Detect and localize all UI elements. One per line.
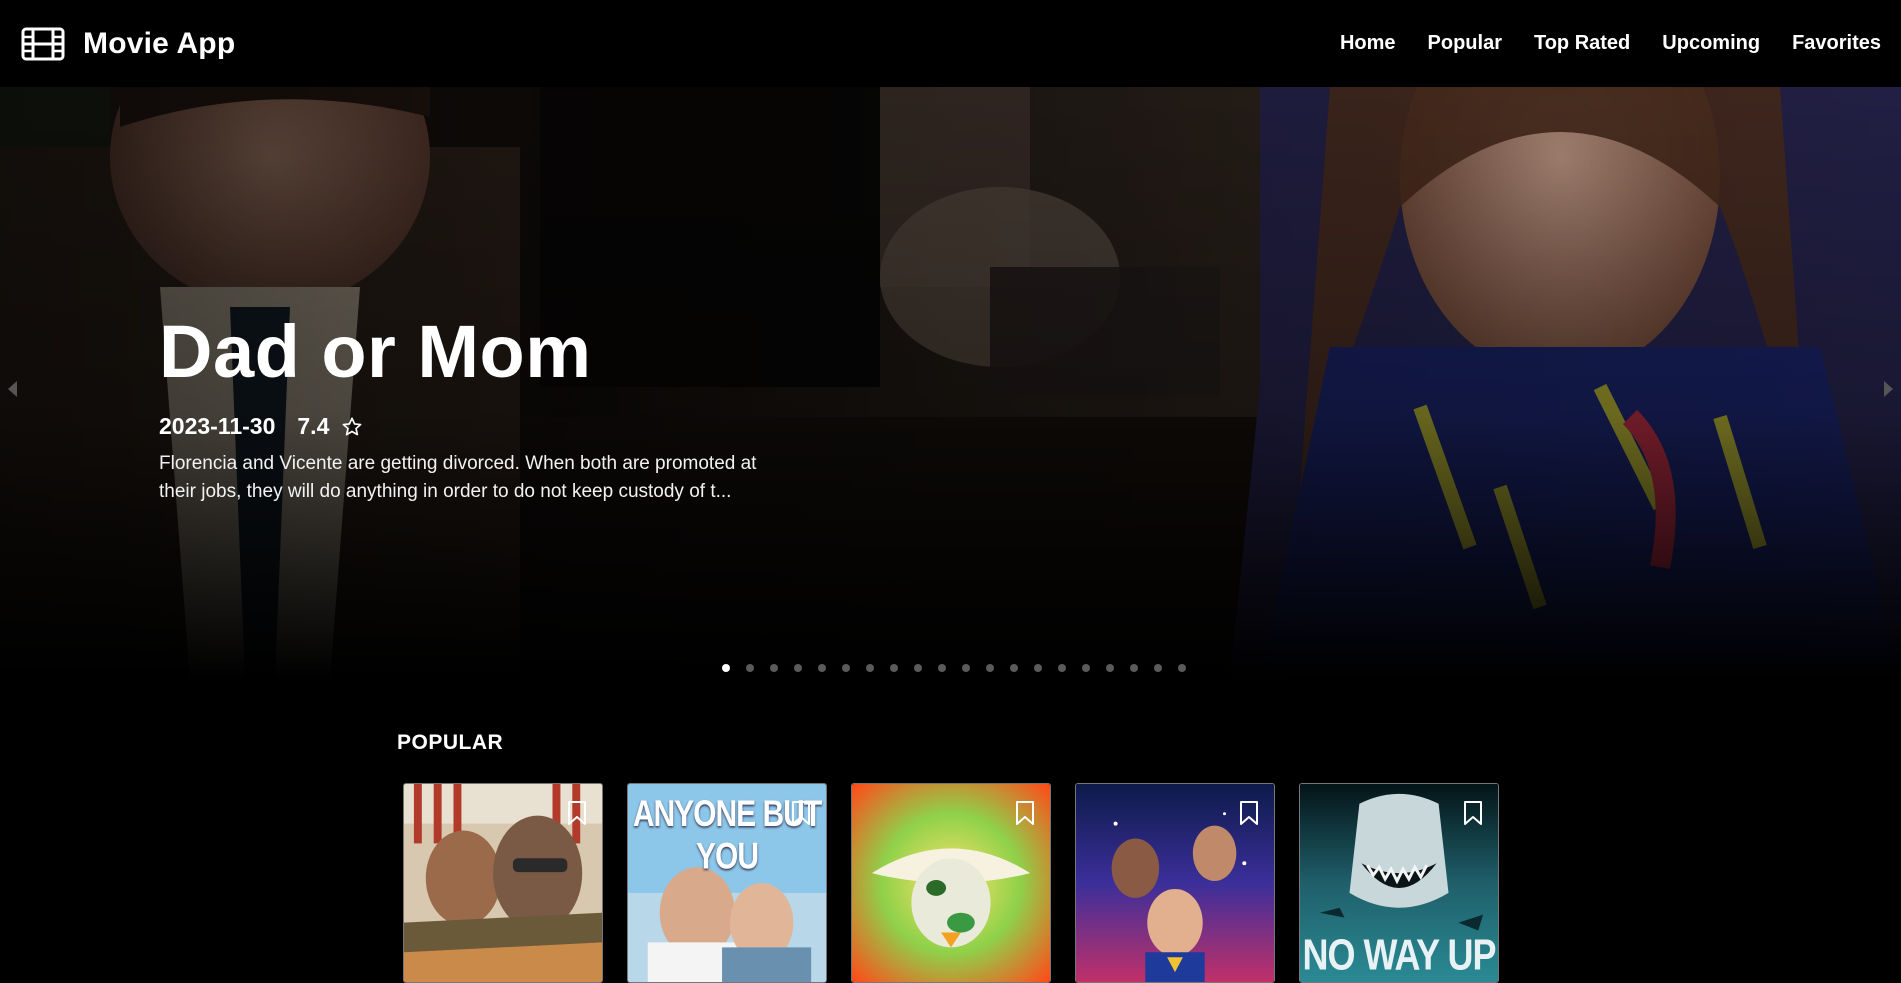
movie-card[interactable]: NO WAY UP <box>1299 783 1499 983</box>
carousel-dot[interactable] <box>866 664 874 672</box>
bookmark-icon[interactable] <box>1238 800 1260 826</box>
carousel-dot[interactable] <box>1082 664 1090 672</box>
carousel-dot[interactable] <box>722 664 730 672</box>
carousel-dot[interactable] <box>914 664 922 672</box>
nav-upcoming[interactable]: Upcoming <box>1662 32 1760 55</box>
popular-section-title: POPULAR <box>397 731 504 754</box>
carousel-dot[interactable] <box>890 664 898 672</box>
chevron-left-icon <box>8 381 17 397</box>
carousel-dot[interactable] <box>794 664 802 672</box>
star-outline-icon <box>342 416 362 435</box>
hero-content: Dad or Mom 2023-11-30 7.4 Florencia and … <box>159 315 779 506</box>
carousel-dot[interactable] <box>1058 664 1066 672</box>
film-icon <box>21 27 65 60</box>
carousel-dot[interactable] <box>986 664 994 672</box>
chevron-right-icon <box>1884 381 1893 397</box>
hero-meta: 2023-11-30 7.4 <box>159 413 779 440</box>
hero-overview: Florencia and Vicente are getting divorc… <box>159 453 757 502</box>
movie-card[interactable] <box>851 783 1051 983</box>
bookmark-icon[interactable] <box>566 800 588 826</box>
carousel-dot[interactable] <box>770 664 778 672</box>
carousel-dots <box>722 664 1186 672</box>
nav-home[interactable]: Home <box>1340 32 1396 55</box>
carousel-dot[interactable] <box>962 664 970 672</box>
app-title: Movie App <box>83 26 236 60</box>
movie-card[interactable]: ANYONE BUT YOU <box>627 783 827 983</box>
nav-links: Home Popular Top Rated Upcoming Favorite… <box>1340 32 1881 55</box>
carousel-dot[interactable] <box>1034 664 1042 672</box>
nav-top-rated[interactable]: Top Rated <box>1534 32 1630 55</box>
carousel-dot[interactable] <box>1154 664 1162 672</box>
nav-favorites[interactable]: Favorites <box>1792 32 1881 55</box>
carousel-prev-arrow[interactable] <box>6 378 20 400</box>
carousel-dot[interactable] <box>1130 664 1138 672</box>
bookmark-icon[interactable] <box>1462 800 1484 826</box>
carousel-dot[interactable] <box>842 664 850 672</box>
hero-title: Dad or Mom <box>159 310 592 393</box>
movie-card[interactable] <box>403 783 603 983</box>
hero-rating-value: 7.4 <box>297 413 330 439</box>
carousel-dot[interactable] <box>1010 664 1018 672</box>
hero-rating: 7.4 <box>297 413 363 440</box>
nav-popular[interactable]: Popular <box>1428 32 1502 55</box>
carousel-dot[interactable] <box>818 664 826 672</box>
carousel-dot[interactable] <box>938 664 946 672</box>
movie-card[interactable] <box>1075 783 1275 983</box>
carousel-dot[interactable] <box>1106 664 1114 672</box>
carousel-dot[interactable] <box>746 664 754 672</box>
popular-movie-list: ANYONE BUT YOU NO WAY UP <box>403 783 1499 983</box>
carousel-dot[interactable] <box>1178 664 1186 672</box>
hero-carousel: Dad or Mom 2023-11-30 7.4 Florencia and … <box>0 87 1901 680</box>
hero-release-date: 2023-11-30 <box>159 413 276 439</box>
bookmark-icon[interactable] <box>1014 800 1036 826</box>
poster-title: NO WAY UP <box>1302 929 1496 979</box>
brand[interactable]: Movie App <box>21 27 235 61</box>
navbar: Movie App Home Popular Top Rated Upcomin… <box>0 0 1901 87</box>
bookmark-icon[interactable] <box>790 800 812 826</box>
carousel-next-arrow[interactable] <box>1881 378 1895 400</box>
